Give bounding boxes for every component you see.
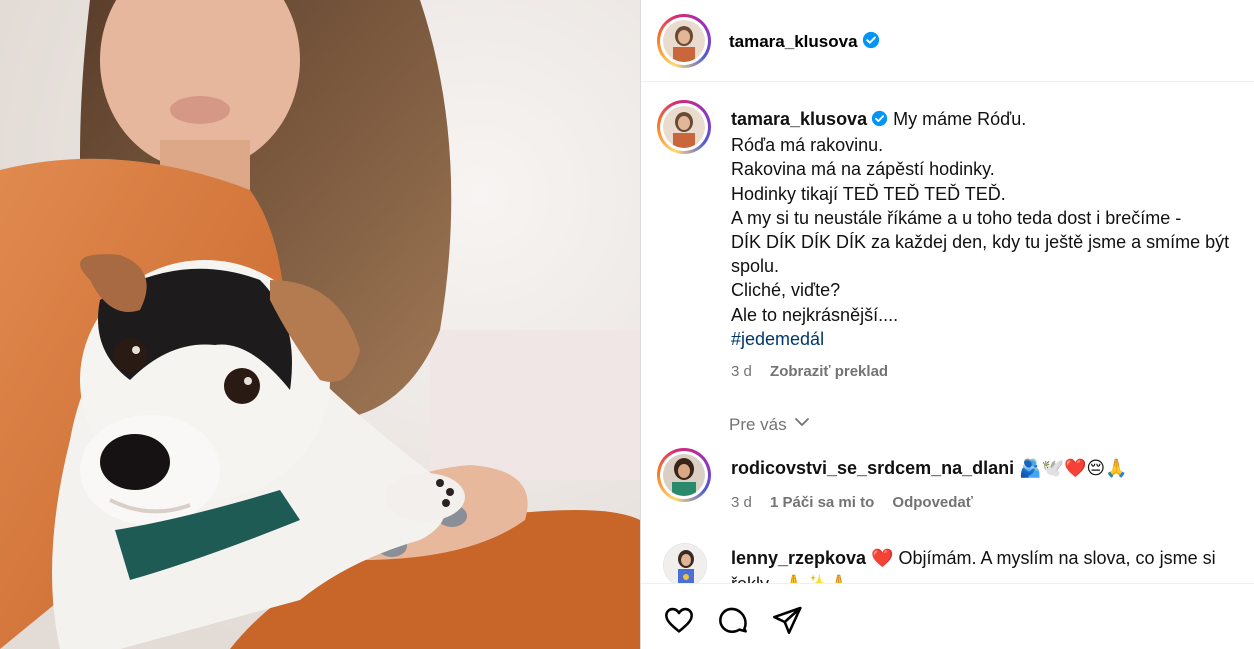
post-photo[interactable]: [0, 0, 640, 649]
author-avatar[interactable]: [657, 14, 711, 68]
caption-line: Hodinky tikají TEĎ TEĎ TEĎ TEĎ.: [731, 183, 1006, 204]
caption-line: Ale to nejkrásnější....: [731, 304, 899, 325]
share-button[interactable]: [769, 602, 805, 638]
post-side-panel: tamara_klusova tamara_klusova My máme Ró…: [640, 0, 1254, 649]
photo-dog-and-woman: [0, 0, 640, 649]
caption-username[interactable]: tamara_klusova: [731, 109, 867, 129]
comment-2: lenny_rzepkova ❤️ Objímám. A myslím na s…: [731, 545, 1241, 583]
comment-body: ❤️ Objímám. A myslím na slova, co jsme s…: [871, 548, 1216, 568]
author-username-text[interactable]: tamara_klusova: [729, 32, 858, 51]
comment-button[interactable]: [715, 602, 751, 638]
share-icon: [773, 606, 802, 634]
caption-line: spolu.: [731, 256, 780, 277]
for-you-filter[interactable]: Pre vás: [729, 413, 811, 436]
caption-line: Cliché, viďte?: [731, 280, 841, 301]
comment-username[interactable]: lenny_rzepkova: [731, 548, 866, 568]
comment-body: 🫂🕊️❤️😔🙏: [1019, 458, 1128, 478]
commenter-avatar[interactable]: [657, 448, 711, 502]
comment-1: rodicovstvi_se_srdcem_na_dlani 🫂🕊️❤️😔🙏: [731, 455, 1241, 481]
commenter-avatar-image: [664, 544, 706, 583]
for-you-label[interactable]: Pre vás: [729, 415, 787, 435]
caption-line: Róďa má rakovinu.: [731, 135, 884, 156]
caption-first-line: My máme Róďu.: [893, 109, 1027, 129]
see-translation-button[interactable]: Zobraziť preklad: [770, 363, 888, 380]
post-header: tamara_klusova: [641, 0, 1254, 82]
comment-1-meta: 3 d 1 Páči sa mi to Odpovedať: [731, 494, 987, 511]
post-caption: tamara_klusova My máme Róďu. Róďa má rak…: [731, 107, 1251, 351]
commenter-avatar[interactable]: [663, 543, 707, 583]
post-actions-bar: [641, 583, 1254, 649]
caption-author-avatar[interactable]: [657, 100, 711, 154]
caption-line: A my si tu neustále říkáme a u toho teda…: [731, 207, 1182, 228]
author-avatar-image: [663, 20, 705, 62]
commenter-avatar-image: [663, 454, 705, 496]
caption-meta: 3 d Zobraziť preklad: [731, 363, 902, 380]
caption-line: Rakovina má na zápěstí hodinky.: [731, 159, 995, 180]
caption-line: DÍK DÍK DÍK DÍK za každej den, kdy tu je…: [731, 232, 1230, 253]
hashtag-link[interactable]: #jedemedál: [731, 327, 1251, 351]
comment-likes[interactable]: 1 Páči sa mi to: [770, 494, 874, 511]
like-button[interactable]: [661, 602, 697, 638]
caption-verified-badge-icon: [871, 109, 888, 133]
heart-icon: [665, 607, 693, 633]
reply-button[interactable]: Odpovedať: [892, 494, 973, 511]
author-username[interactable]: tamara_klusova: [729, 31, 880, 54]
comment-username[interactable]: rodicovstvi_se_srdcem_na_dlani: [731, 458, 1014, 478]
comments-section[interactable]: tamara_klusova My máme Róďu. Róďa má rak…: [641, 83, 1254, 583]
verified-badge-icon: [862, 31, 880, 54]
caption-age[interactable]: 3 d: [731, 363, 752, 380]
caption-avatar-image: [663, 106, 705, 148]
chevron-down-icon: [793, 413, 811, 436]
comment-icon: [719, 607, 747, 633]
comment-body-continued: řekly...🙏✨🙏: [731, 571, 1241, 583]
comment-age[interactable]: 3 d: [731, 494, 752, 511]
